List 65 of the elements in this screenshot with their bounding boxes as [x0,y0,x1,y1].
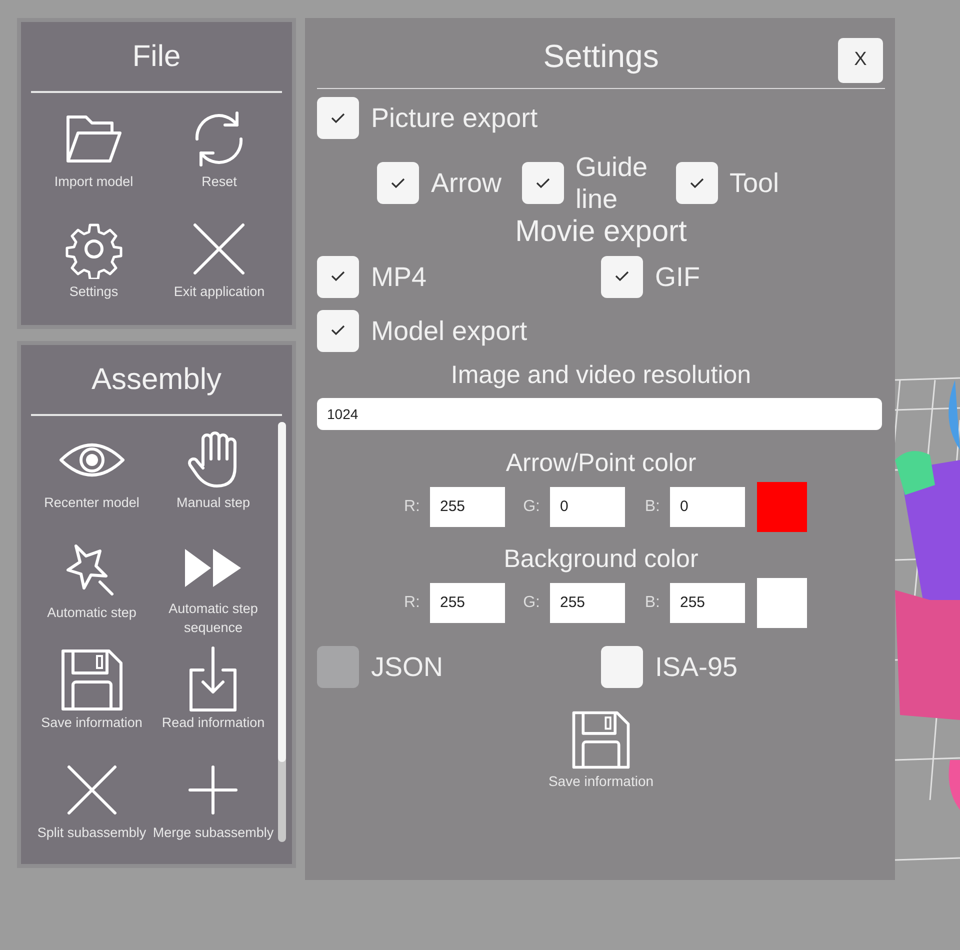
channel-label: G: [522,496,540,517]
color-value-field[interactable]: 255 [550,582,625,623]
panel-title: Settings [543,37,659,76]
checkbox[interactable] [522,162,564,204]
save-button[interactable]: Save information [542,708,660,793]
icon-button[interactable]: Import model [31,101,156,207]
icon-button[interactable]: Automatic step [31,532,152,640]
channel-label: B: [644,592,660,613]
checkbox-label: Arrow [431,167,502,200]
icon-button[interactable]: Manual step [152,422,274,530]
checkbox-label: GIF [655,260,700,293]
checkbox[interactable] [317,310,359,352]
icon-button[interactable]: Reset [156,101,282,207]
floppy-disk-icon [58,647,125,713]
checkbox[interactable] [676,162,718,204]
channel-label: G: [522,592,540,613]
icon-button[interactable]: Settings [31,211,156,317]
checkbox[interactable] [317,256,359,298]
check-icon [331,325,345,336]
checkbox-label: Model export [371,314,528,347]
panel-title: Assembly [90,362,223,398]
floppy-disk-icon [570,708,632,771]
color-swatch [757,578,807,628]
icon-button[interactable]: Split subassembly [31,752,152,860]
field-label: Image and video resolution [450,360,752,390]
close-icon [64,763,119,817]
color-value-field[interactable]: 0 [550,486,625,527]
icon-button[interactable]: Save information [31,642,152,750]
channel-label: R: [403,496,420,517]
resolution-field[interactable]: 1024 [317,398,882,430]
color-value-field[interactable]: 255 [430,486,505,527]
color-value-field[interactable]: 0 [670,486,745,527]
checkbox-label: JSON [371,650,444,683]
channel-label: R: [403,592,420,613]
checkbox-label: Tool [730,167,780,200]
panel-title: File [131,39,182,75]
icon-button[interactable]: Exit application [156,211,282,317]
close-button[interactable]: X [838,38,883,83]
check-icon [690,178,704,189]
scrollbar[interactable] [278,422,286,842]
check-icon [615,271,629,282]
check-icon [536,178,550,189]
check-icon [331,271,345,282]
icon-button[interactable]: Merge subassembly [152,752,274,860]
checkbox-label: Guide line [576,151,649,216]
check-icon [331,112,345,124]
section-heading: Arrow/Point color [504,448,698,478]
checkbox[interactable] [377,162,419,204]
color-value-field[interactable]: 255 [430,582,505,623]
checkbox-label: MP4 [371,260,427,293]
checkbox[interactable] [317,97,359,139]
color-value-field[interactable]: 255 [670,582,745,623]
plus-icon [186,763,240,817]
checkbox[interactable] [601,256,643,298]
icon-button[interactable]: Read information [152,642,274,750]
channel-label: B: [644,496,660,517]
checkbox[interactable] [601,646,643,688]
section-heading: Background color [502,544,700,574]
color-swatch [757,482,807,532]
checkbox-label: Picture export [371,102,538,134]
icon-button[interactable]: Recenter model [31,422,152,530]
check-icon [391,178,405,189]
section-heading: Movie export [514,214,688,250]
icon-button[interactable]: Automatic step sequence [152,532,274,640]
checkbox-label: ISA-95 [655,650,738,683]
